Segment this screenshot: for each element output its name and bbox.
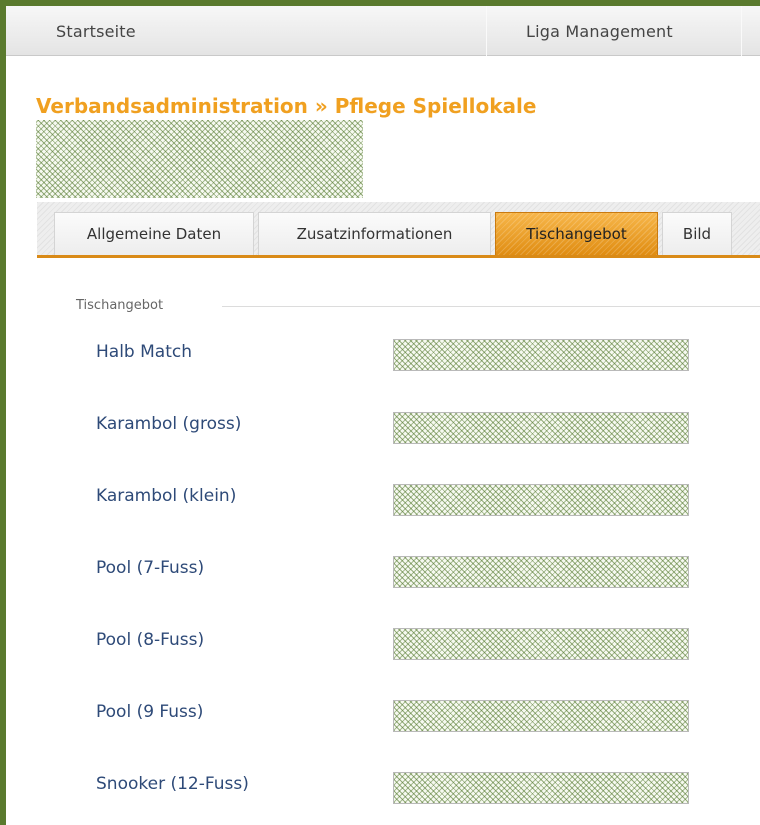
nav-startseite[interactable]: Startseite [56, 6, 136, 56]
tab-zusatzinformationen[interactable]: Zusatzinformationen [258, 212, 491, 255]
input-halb-match[interactable] [393, 339, 689, 371]
page-title: Verbandsadministration » Pflege Spiellok… [36, 94, 537, 118]
fieldset-divider [222, 306, 760, 307]
input-pool-9-fuss[interactable] [393, 700, 689, 732]
nav-divider [486, 6, 487, 56]
fieldset-legend: Tischangebot [76, 298, 164, 313]
label-pool-7-fuss: Pool (7-Fuss) [96, 558, 205, 578]
input-pool-7-fuss[interactable] [393, 556, 689, 588]
tab-tischangebot[interactable]: Tischangebot [495, 212, 658, 255]
tab-allgemeine-daten[interactable]: Allgemeine Daten [54, 212, 254, 255]
redacted-subtitle [36, 120, 363, 198]
input-snooker-12-fuss[interactable] [393, 772, 689, 804]
label-pool-8-fuss: Pool (8-Fuss) [96, 630, 205, 650]
label-pool-9-fuss: Pool (9 Fuss) [96, 702, 204, 722]
nav-liga-management[interactable]: Liga Management [526, 6, 673, 56]
input-karambol-gross[interactable] [393, 412, 689, 444]
input-karambol-klein[interactable] [393, 484, 689, 516]
tab-bild[interactable]: Bild [662, 212, 732, 255]
label-karambol-klein: Karambol (klein) [96, 486, 237, 506]
label-halb-match: Halb Match [96, 342, 192, 362]
top-navigation: Startseite Liga Management [6, 6, 760, 56]
nav-divider [741, 6, 742, 56]
window-frame: Startseite Liga Management Verbandsadmin… [0, 0, 760, 825]
input-pool-8-fuss[interactable] [393, 628, 689, 660]
label-snooker-12-fuss: Snooker (12-Fuss) [96, 774, 249, 794]
tab-bar: Allgemeine Daten Zusatzinformationen Tis… [37, 202, 760, 258]
label-karambol-gross: Karambol (gross) [96, 414, 242, 434]
